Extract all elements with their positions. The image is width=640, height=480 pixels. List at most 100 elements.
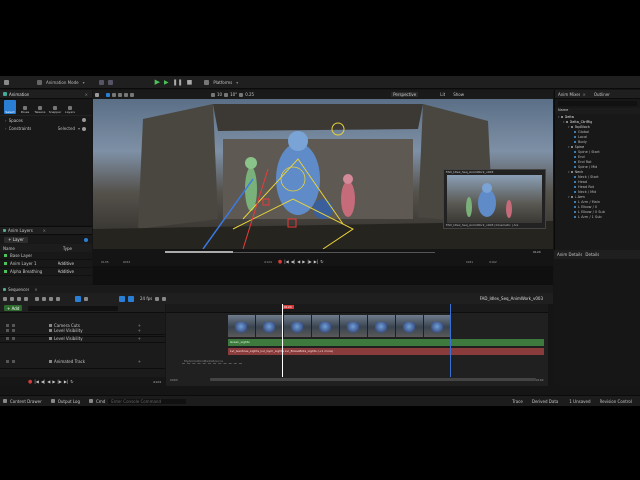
outliner-search[interactable] [558,101,637,106]
layer-type[interactable]: Additive [58,269,74,274]
selected-dropdown[interactable]: Selected [58,126,75,131]
loop-button[interactable]: ↻ [70,379,73,384]
grid-snap-value[interactable]: 10 [217,92,222,97]
trace-button[interactable]: Trace [512,399,523,404]
step-forward-button[interactable]: |▶ [57,379,61,384]
find-icon[interactable] [10,296,14,301]
play-reverse-button[interactable]: ◀ [47,379,50,384]
step-forward-button[interactable]: |▶ [307,259,311,264]
tab-anim-details[interactable]: Anim Details [557,252,582,257]
cinematics-icon[interactable] [107,79,113,85]
record-button[interactable]: ● [278,259,282,265]
track-row[interactable]: Level Visibility + [0,327,165,335]
constraints-row[interactable]: › Constraints Selected ▾ [0,124,92,133]
skip-end-button[interactable]: ▶| [314,259,318,264]
loop-button[interactable]: ↻ [320,259,323,264]
settings-icon[interactable] [82,118,86,122]
derived-data-button[interactable]: Derived Data [532,399,559,404]
curve-editor-icon[interactable] [84,296,88,301]
unsaved-button[interactable]: 1 Unsaved [569,399,590,404]
tree-chevron-icon[interactable]: ▾ [568,170,570,174]
tree-chevron-icon[interactable]: ▾ [568,125,570,129]
stop-button[interactable]: ■ [187,79,193,86]
rotate-icon[interactable] [118,92,122,97]
blueprint-icon[interactable] [98,79,104,85]
camera-cuts-strip[interactable] [228,315,452,337]
tool-poses[interactable]: Poses [19,100,31,114]
content-drawer-button[interactable]: Content Drawer [10,399,42,404]
rotate-snap-icon[interactable] [224,92,229,97]
tool-layers[interactable]: Layers [64,100,76,114]
cmd-dropdown[interactable]: Cmd [96,399,105,404]
skip-end-button[interactable]: ▶| [64,379,68,384]
auto-key-icon[interactable] [75,295,81,302]
tree-chevron-icon[interactable]: ▾ [563,120,565,124]
spaces-row[interactable]: › Spaces [0,115,92,124]
add-key-icon[interactable]: + [138,328,141,333]
outliner-item[interactable]: L Arm / 1 Sub [555,214,640,219]
visibility-icon[interactable] [6,337,9,340]
key-icon[interactable] [56,296,60,301]
lock-icon[interactable] [12,329,15,332]
sequence-breadcrumb[interactable]: FAD_Idlex_Seq_AnimWork_v003 [480,296,543,301]
rotate-snap-value[interactable]: 10° [230,92,237,97]
tab-anim-mixer[interactable]: Anim Mixer [558,92,580,97]
scale-snap-icon[interactable] [239,92,244,97]
translate-icon[interactable] [112,92,116,97]
add-layer-button[interactable]: + Layer [4,236,28,243]
play-reverse-button[interactable]: ◀ [297,259,300,264]
tree-chevron-icon[interactable]: ▾ [568,195,570,199]
render-icon[interactable] [24,296,28,301]
lit-dropdown[interactable]: Lit [440,92,445,97]
snap-icon[interactable] [49,296,53,301]
visibility-icon[interactable] [6,329,9,332]
camera-preview[interactable]: FAD_Idlex_Seq_AnimWork_v003 FAD_Idlex_Se… [443,169,546,229]
save-icon[interactable] [4,79,9,85]
tool-tweens[interactable]: Tweens [34,100,46,114]
mode-dropdown[interactable]: Animation Mode [46,80,79,85]
layer-toggle-icon[interactable] [4,270,7,273]
layer-type[interactable]: Additive [58,261,74,266]
settings-icon[interactable] [82,126,86,131]
add-track-button[interactable]: + Add [4,305,23,311]
menu-icon[interactable] [95,92,99,97]
skip-start-button[interactable]: |◀ [34,379,38,384]
lock-icon[interactable] [12,360,15,363]
tree-chevron-icon[interactable]: ▾ [568,145,570,149]
tool-select[interactable]: Select [4,100,16,114]
play-button[interactable]: ▶ [155,78,160,86]
scale-snap-value[interactable]: 0.25 [245,92,254,97]
camera-icon[interactable] [17,296,21,301]
skip-start-button[interactable]: |◀ [284,259,288,264]
options-icon[interactable] [162,296,167,301]
close-icon[interactable]: × [34,287,37,292]
pause-button[interactable]: ❚❚ [173,79,183,86]
timeline-scrollbar[interactable] [210,378,536,381]
layer-row[interactable]: Anim Layer 1 Additive [0,260,92,268]
playhead-line[interactable] [282,304,283,377]
close-icon[interactable]: × [582,92,585,97]
scene-render[interactable]: FAD_Idlex_Seq_AnimWork_v003 FAD_Idlex_Se… [93,99,553,249]
add-key-icon[interactable]: + [138,359,141,364]
snap-grid-icon[interactable] [211,92,215,97]
tab-details[interactable]: Details [585,252,599,257]
record-button[interactable]: ● [28,379,32,385]
output-log-button[interactable]: Output Log [58,399,80,404]
magnet-icon[interactable] [128,295,134,302]
visibility-icon[interactable] [6,360,9,363]
layer-row[interactable]: Base Layer [0,252,92,260]
step-back-button[interactable]: ◀| [41,379,45,384]
filter-icon[interactable] [35,296,39,301]
viewport-scrubber[interactable]: 0124 [93,249,553,257]
layer-toggle-icon[interactable] [4,262,7,265]
sequencer-timeline[interactable]: 0124 Green_Lights Lvl_Gantries_Lights_Lv… [166,304,548,386]
step-button[interactable]: ▶ [164,79,169,86]
clip-lights-combined[interactable]: Lvl_Gantries_Lights_Lvl_Gym_Lights Lvl_B… [228,348,544,355]
select-mode-icon[interactable] [106,92,110,97]
tool-snapper[interactable]: Snapper [49,100,61,114]
clip-green-lights[interactable]: Green_Lights [228,339,544,346]
viewport[interactable]: 10 10° 0.25 Perspective Lit Show FAD_Idl… [93,90,553,295]
transform-icon[interactable] [42,296,46,301]
fps-dropdown[interactable]: 24 fps [140,296,152,301]
close-icon[interactable]: × [85,92,88,97]
